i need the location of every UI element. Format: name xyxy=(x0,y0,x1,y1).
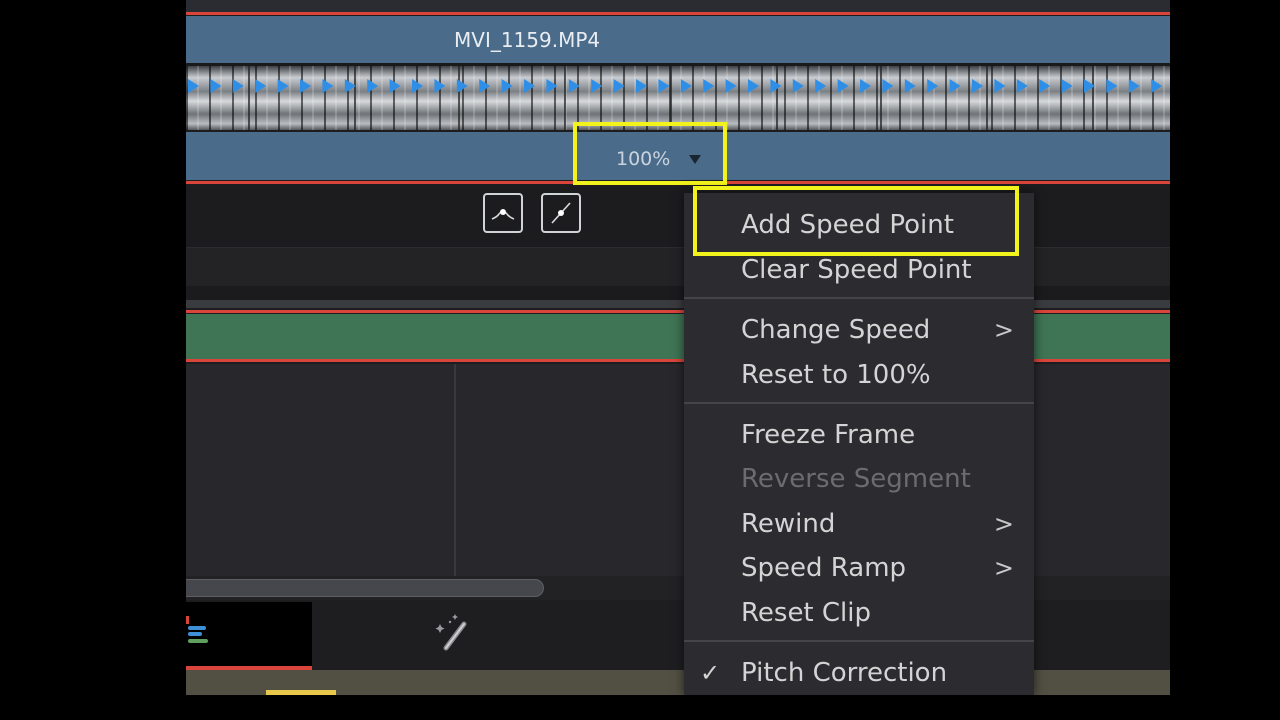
menu-separator xyxy=(684,402,1034,404)
speed-arrow xyxy=(703,79,715,93)
speed-arrow xyxy=(949,79,961,93)
menu-item-reverse-segment: Reverse Segment xyxy=(684,457,1034,501)
speed-arrow xyxy=(412,79,423,93)
speed-arrow xyxy=(434,79,446,93)
speed-arrow xyxy=(188,79,199,93)
speed-arrow xyxy=(658,79,670,93)
menu-item-pitch-correction[interactable]: ✓ Pitch Correction xyxy=(684,651,1034,695)
speed-arrow xyxy=(456,79,468,93)
clip-thumbnail-strip[interactable] xyxy=(186,66,1170,130)
menu-item-freeze-frame[interactable]: Freeze Frame xyxy=(684,413,1034,457)
speed-arrow xyxy=(792,79,804,93)
area-divider xyxy=(454,364,456,576)
clip-name: MVI_1159.MP4 xyxy=(454,28,601,52)
chevron-right-icon: > xyxy=(993,316,1014,344)
chevron-right-icon: > xyxy=(993,510,1014,538)
speed-arrow xyxy=(568,79,580,93)
speed-context-menu: Add Speed Point Clear Speed Point Change… xyxy=(684,193,1034,695)
menu-item-reset-clip[interactable]: Reset Clip xyxy=(684,591,1034,635)
speed-arrow xyxy=(748,79,759,93)
speed-arrow xyxy=(860,79,871,93)
menu-separator xyxy=(684,640,1034,642)
speed-arrow xyxy=(1128,79,1140,93)
menu-separator xyxy=(684,297,1034,299)
speed-arrow xyxy=(1084,79,1095,93)
speed-arrow xyxy=(210,79,222,93)
speed-arrow xyxy=(546,79,558,93)
menu-item-rewind[interactable]: Rewind > xyxy=(684,502,1034,546)
speed-arrow xyxy=(367,79,379,93)
speed-arrow xyxy=(994,79,1006,93)
timeline-viewport: MVI_1159.MP4 100% Add Speed Point Clear … xyxy=(186,0,1170,695)
speed-arrow xyxy=(770,79,782,93)
speed-arrow xyxy=(1061,79,1073,93)
speed-arrow xyxy=(972,79,983,93)
active-tool-tab[interactable] xyxy=(186,602,312,670)
menu-item-label: Reverse Segment xyxy=(741,464,971,494)
menu-item-label: Freeze Frame xyxy=(741,420,916,450)
speed-arrow xyxy=(927,79,939,93)
speed-dropdown-highlight xyxy=(573,122,727,185)
menu-item-label: Reset to 100% xyxy=(741,360,931,390)
footer-marker xyxy=(266,690,336,695)
video-clip-header[interactable] xyxy=(186,16,1170,64)
clip-border-top xyxy=(186,12,1170,15)
magic-wand-icon[interactable] xyxy=(430,610,476,656)
horizontal-scrollbar[interactable] xyxy=(186,579,544,597)
speed-arrow xyxy=(300,79,311,93)
speed-arrow xyxy=(680,79,692,93)
track-top-edge xyxy=(186,0,1170,12)
speed-arrow xyxy=(725,79,737,93)
menu-item-change-speed[interactable]: Change Speed > xyxy=(684,308,1034,352)
chevron-right-icon: > xyxy=(993,554,1014,582)
speed-arrow xyxy=(277,79,289,93)
menu-item-highlight xyxy=(693,186,1019,256)
speed-arrow xyxy=(837,79,849,93)
menu-item-label: Rewind xyxy=(741,509,836,539)
speed-arrow xyxy=(232,79,244,93)
menu-item-label: Change Speed xyxy=(741,315,931,345)
speed-arrow xyxy=(479,79,491,93)
speed-arrow xyxy=(344,79,356,93)
timeline-layers-icon xyxy=(186,616,208,643)
curve-ease-icon[interactable] xyxy=(483,193,523,233)
speed-arrow xyxy=(882,79,894,93)
menu-item-label: Speed Ramp xyxy=(741,553,907,583)
speed-arrow xyxy=(904,79,916,93)
speed-arrow xyxy=(591,79,603,93)
speed-direction-arrows xyxy=(186,78,1170,94)
speed-arrow xyxy=(1016,79,1028,93)
speed-arrow xyxy=(322,79,334,93)
speed-arrow-icons xyxy=(188,79,1163,93)
speed-arrow xyxy=(501,79,513,93)
speed-arrow xyxy=(636,79,647,93)
curve-linear-icon[interactable] xyxy=(541,193,581,233)
speed-arrow xyxy=(1151,79,1163,93)
speed-arrow xyxy=(815,79,827,93)
menu-item-label: Pitch Correction xyxy=(741,658,948,688)
menu-item-speed-ramp[interactable]: Speed Ramp > xyxy=(684,546,1034,590)
speed-arrow xyxy=(1039,79,1051,93)
menu-item-label: Reset Clip xyxy=(741,598,871,628)
speed-arrow xyxy=(1106,79,1118,93)
speed-arrow xyxy=(524,79,535,93)
speed-arrow xyxy=(389,79,401,93)
menu-item-reset-to-100[interactable]: Reset to 100% xyxy=(684,353,1034,397)
speed-arrow xyxy=(255,79,267,93)
checkmark-icon: ✓ xyxy=(700,659,721,687)
speed-arrow xyxy=(613,79,625,93)
